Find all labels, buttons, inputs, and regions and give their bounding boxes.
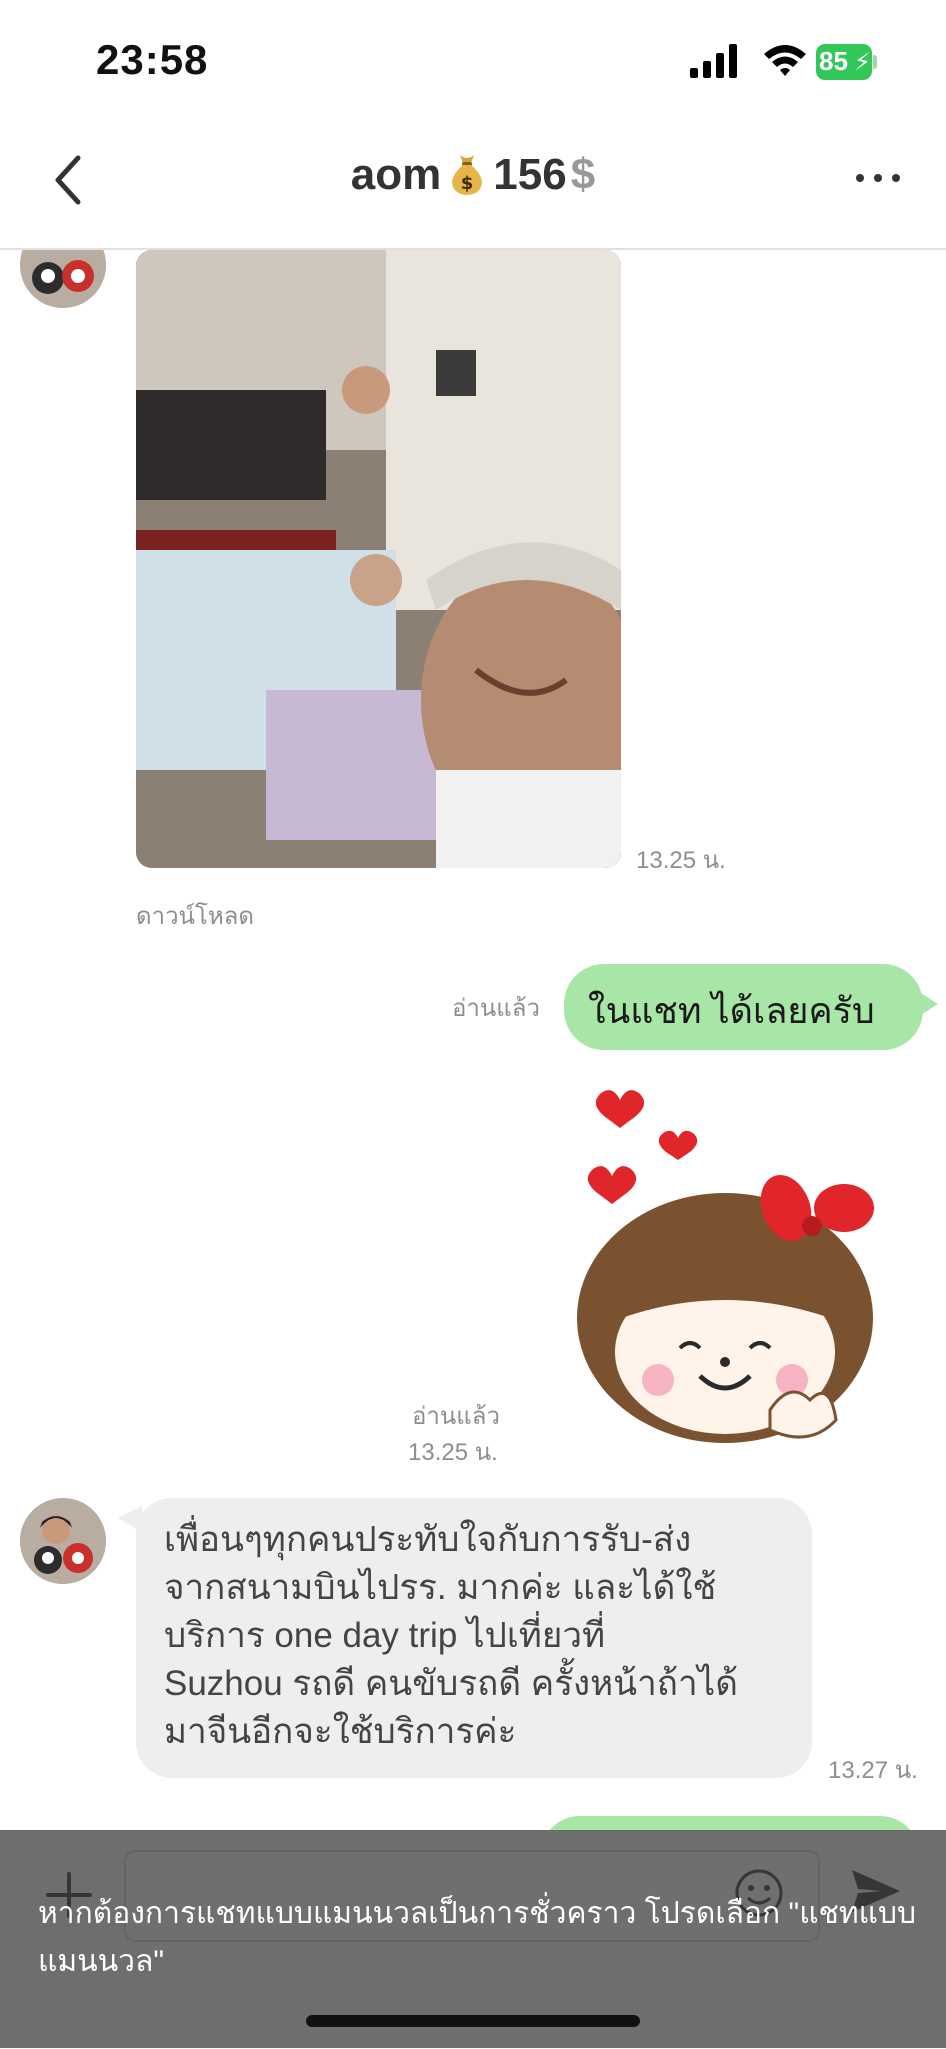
read-receipt: อ่านแล้ว [412, 1403, 500, 1430]
chat-header: aom $ 156$ [0, 120, 946, 250]
contact-number: 156 [493, 150, 567, 199]
download-link[interactable]: ดาวน์โหลด [136, 896, 254, 935]
message-line: มาจีนอีกจะใช้บริการค่ะ [164, 1712, 517, 1751]
outgoing-message[interactable]: ในแชท ได้เลยครับ [564, 964, 923, 1050]
message-line: Suzhou รถดี คนขับรถดี ครั้งหน้าถ้าได้ [164, 1664, 738, 1703]
message-timestamp: 13.25 น. [408, 1439, 498, 1466]
svg-text:$: $ [461, 173, 474, 194]
chat-title[interactable]: aom $ 156$ [0, 150, 946, 200]
status-time: 23:58 [96, 36, 209, 83]
message-timestamp: 13.27 น. [828, 1757, 918, 1784]
photo-message[interactable] [136, 250, 621, 868]
avatar[interactable] [20, 1498, 106, 1584]
more-icon[interactable] [854, 166, 902, 190]
money-bag-icon: $ [452, 155, 483, 195]
incoming-message[interactable]: เพื่อนๆทุกคนประทับใจกับการรับ-ส่ง จากสนา… [136, 1498, 812, 1778]
message-line: เพื่อนๆทุกคนประทับใจกับการรับ-ส่ง [164, 1520, 692, 1559]
read-receipt: อ่านแล้ว [452, 995, 540, 1022]
currency-symbol: $ [570, 150, 596, 199]
message-line: จากสนามบินไปรร. มากค่ะ และได้ใช้ [164, 1568, 717, 1607]
contact-name: aom [350, 150, 442, 199]
toast-message: หากต้องการแชทแบบแมนนวลเป็นการชั่วคราว โป… [38, 1890, 918, 1986]
home-indicator[interactable] [306, 2015, 640, 2027]
status-bar: 23:58 85 ⚡ [0, 0, 946, 120]
message-line: บริการ one day trip ไปเที่ยวที่ [164, 1616, 606, 1655]
toast-line: หากต้องการแชทแบบแมนนวลเป็นการชั่วคราว โป… [38, 1897, 917, 1930]
toast-line: แมนนวล" [38, 1945, 165, 1978]
bubble-tail [916, 990, 938, 1018]
battery-icon: 85 ⚡ [816, 44, 878, 80]
signal-icon [690, 44, 737, 78]
message-timestamp: 13.25 น. [636, 847, 726, 874]
sticker-message[interactable] [560, 1080, 890, 1450]
wifi-icon [764, 45, 806, 76]
battery-level: 85 [819, 46, 848, 76]
